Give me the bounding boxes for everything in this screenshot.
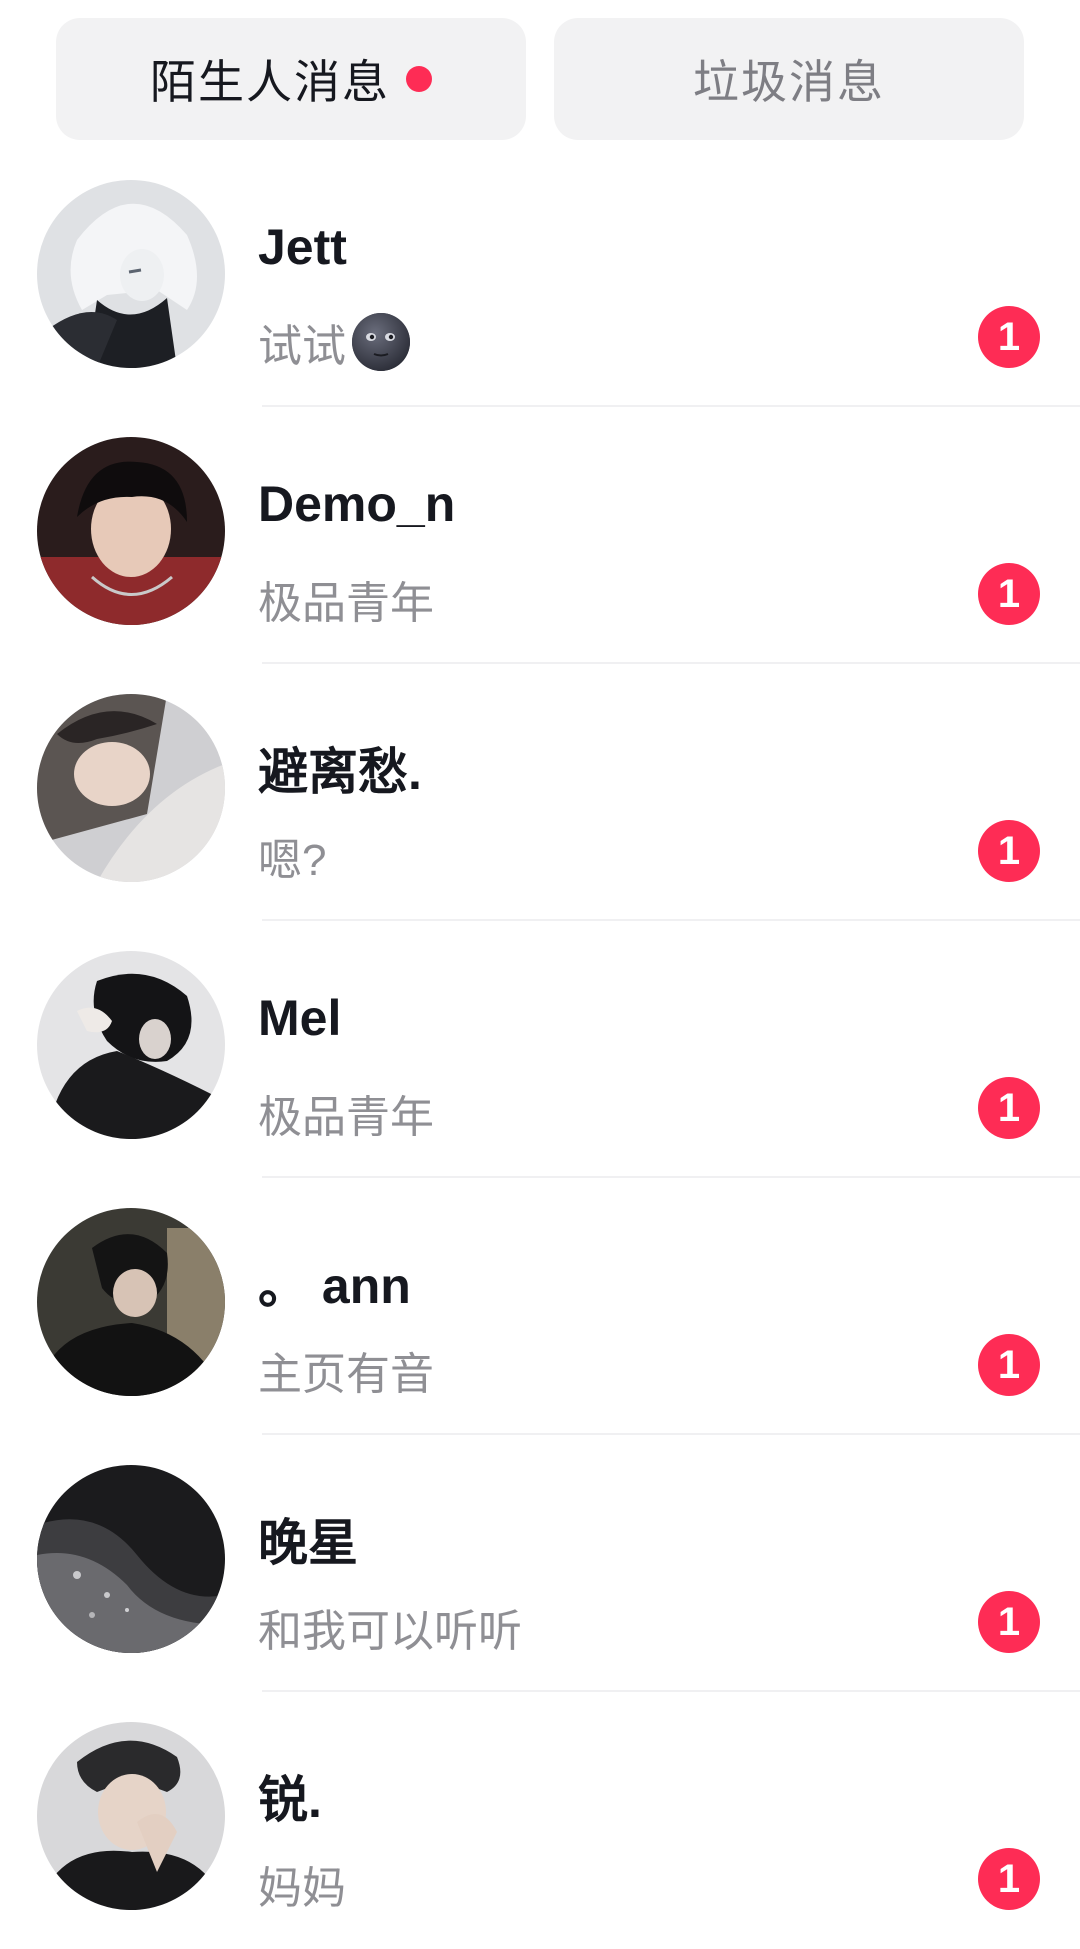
- avatar-image: [37, 951, 225, 1139]
- unread-count-badge: 1: [978, 1077, 1040, 1139]
- message-preview: 极品青年: [258, 1093, 434, 1142]
- tab-stranger-messages[interactable]: 陌生人消息: [56, 18, 526, 140]
- message-preview: 试试: [258, 310, 412, 374]
- avatar[interactable]: [37, 180, 225, 368]
- unread-count-badge: 1: [978, 563, 1040, 625]
- contact-name: Demo_n: [258, 476, 456, 532]
- message-filter-tabs: 陌生人消息 垃圾消息: [56, 18, 1026, 140]
- avatar[interactable]: [37, 951, 225, 1139]
- unread-count-badge: 1: [978, 1334, 1040, 1396]
- contact-name: 晚星: [258, 1515, 358, 1571]
- unread-count-badge: 1: [978, 306, 1040, 368]
- unread-count-badge: 1: [978, 820, 1040, 882]
- avatar-image: [37, 1208, 225, 1396]
- message-preview: 嗯?: [258, 836, 327, 885]
- new-moon-face-emoji-icon: [350, 311, 412, 373]
- conversation-list: Jett 试试 1 Demo_n 极品青年 1 避离愁. 嗯? 1 Mel 极品…: [0, 150, 1080, 1949]
- conversation-row[interactable]: Mel 极品青年 1: [0, 921, 1080, 1178]
- conversation-row[interactable]: Demo_n 极品青年 1: [0, 407, 1080, 664]
- message-preview: 和我可以听听: [258, 1607, 522, 1656]
- conversation-row[interactable]: Jett 试试 1: [0, 150, 1080, 407]
- conversation-row[interactable]: 锐. 妈妈 1: [0, 1692, 1080, 1949]
- unread-dot-indicator: [406, 66, 432, 92]
- contact-name: 。 ann: [258, 1258, 411, 1314]
- message-preview-text: 试试: [258, 322, 346, 371]
- tab-stranger-messages-label: 陌生人消息: [150, 56, 390, 108]
- message-preview: 极品青年: [258, 579, 434, 628]
- avatar-image: [37, 1722, 225, 1910]
- tab-spam-messages-label: 垃圾消息: [693, 56, 885, 108]
- conversation-row[interactable]: 。 ann 主页有音 1: [0, 1178, 1080, 1435]
- avatar-image: [37, 180, 225, 368]
- conversation-row[interactable]: 晚星 和我可以听听 1: [0, 1435, 1080, 1692]
- contact-name: 避离愁.: [258, 744, 422, 800]
- unread-count-badge: 1: [978, 1591, 1040, 1653]
- avatar[interactable]: [37, 1722, 225, 1910]
- avatar[interactable]: [37, 437, 225, 625]
- avatar-image: [37, 1465, 225, 1653]
- message-preview: 主页有音: [258, 1350, 434, 1399]
- avatar[interactable]: [37, 1208, 225, 1396]
- contact-name: 锐.: [258, 1772, 322, 1828]
- tab-spam-messages[interactable]: 垃圾消息: [554, 18, 1024, 140]
- avatar[interactable]: [37, 694, 225, 882]
- contact-name: Jett: [258, 219, 347, 275]
- unread-count-badge: 1: [978, 1848, 1040, 1910]
- avatar[interactable]: [37, 1465, 225, 1653]
- contact-name: Mel: [258, 990, 342, 1046]
- conversation-row[interactable]: 避离愁. 嗯? 1: [0, 664, 1080, 921]
- avatar-image: [37, 437, 225, 625]
- message-preview: 妈妈: [258, 1864, 346, 1913]
- avatar-image: [37, 694, 225, 882]
